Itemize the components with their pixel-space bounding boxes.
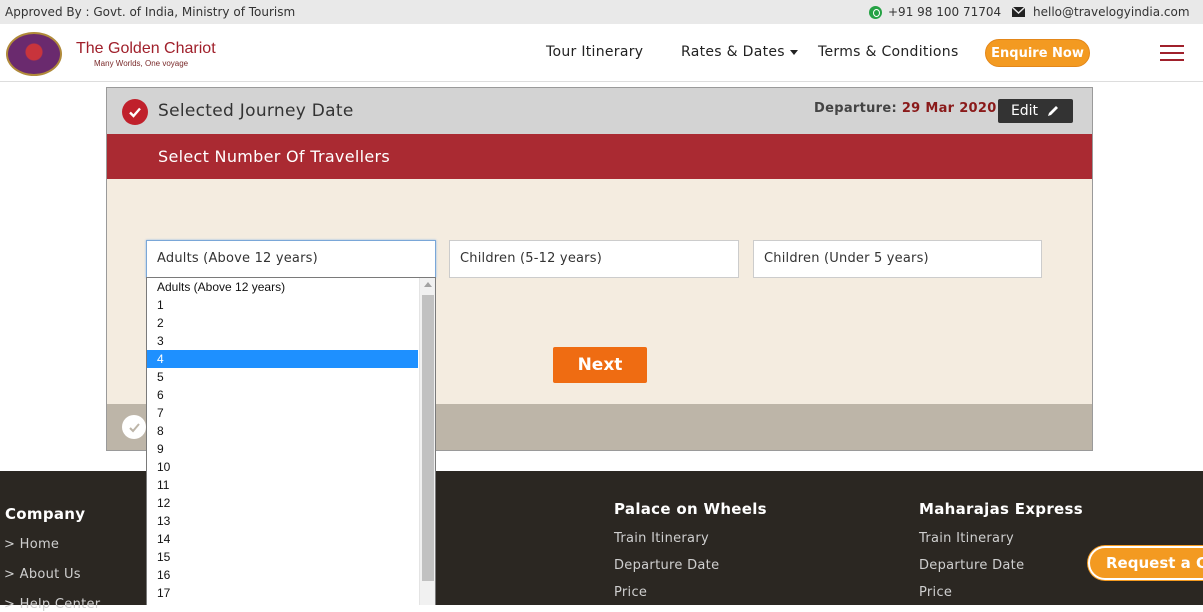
footer-palace-itinerary[interactable]: Train Itinerary bbox=[614, 531, 709, 546]
completed-check-icon bbox=[122, 99, 148, 125]
nav-tour-itinerary[interactable]: Tour Itinerary bbox=[546, 44, 643, 60]
scroll-up-arrow-icon[interactable] bbox=[424, 282, 432, 287]
dropdown-option[interactable]: 12 bbox=[147, 494, 418, 512]
footer-maharajas-price[interactable]: Price bbox=[919, 585, 952, 600]
footer-maharajas-heading: Maharajas Express bbox=[919, 500, 1083, 518]
dropdown-option[interactable]: 6 bbox=[147, 386, 418, 404]
request-quote-button[interactable]: Request a Quote bbox=[1088, 546, 1203, 580]
adults-select[interactable]: Adults (Above 12 years) bbox=[146, 240, 436, 278]
next-button[interactable]: Next bbox=[553, 347, 647, 383]
dropdown-option[interactable]: 9 bbox=[147, 440, 418, 458]
step-journey-date: Selected Journey Date Departure: 29 Mar … bbox=[107, 88, 1092, 134]
site-header: The Golden Chariot Many Worlds, One voya… bbox=[0, 24, 1203, 82]
step-journey-date-title: Selected Journey Date bbox=[158, 101, 354, 121]
dropdown-option[interactable]: 10 bbox=[147, 458, 418, 476]
enquire-now-button[interactable]: Enquire Now bbox=[985, 39, 1090, 67]
dropdown-option[interactable]: 11 bbox=[147, 476, 418, 494]
dropdown-option[interactable]: 7 bbox=[147, 404, 418, 422]
dropdown-option[interactable]: 4 bbox=[147, 350, 418, 368]
dropdown-option[interactable]: 5 bbox=[147, 368, 418, 386]
footer-maharajas-itinerary[interactable]: Train Itinerary bbox=[919, 531, 1014, 546]
edit-label: Edit bbox=[1010, 103, 1039, 119]
footer-company-heading: Company bbox=[5, 505, 86, 523]
departure-info: Departure: 29 Mar 2020 bbox=[814, 101, 997, 116]
nav-rates-dates-label: Rates & Dates bbox=[681, 44, 785, 60]
pencil-icon bbox=[1048, 106, 1059, 116]
email-address[interactable]: hello@travelogyindia.com bbox=[1033, 5, 1190, 19]
dropdown-option[interactable]: 13 bbox=[147, 512, 418, 530]
brand-name[interactable]: The Golden Chariot bbox=[76, 40, 216, 58]
pending-check-icon bbox=[122, 415, 146, 439]
phone-contact[interactable]: +91 98 100 71704 bbox=[869, 5, 1001, 19]
whatsapp-icon bbox=[869, 5, 882, 19]
email-contact[interactable]: hello@travelogyindia.com bbox=[1012, 5, 1190, 19]
footer-link-home[interactable]: > Home bbox=[4, 537, 59, 552]
scrollbar-thumb[interactable] bbox=[422, 295, 434, 581]
footer-palace-departure[interactable]: Departure Date bbox=[614, 558, 719, 573]
mail-icon bbox=[1012, 7, 1025, 17]
dropdown-scrollbar[interactable] bbox=[419, 278, 435, 605]
dropdown-option[interactable]: 2 bbox=[147, 314, 418, 332]
dropdown-option[interactable]: 15 bbox=[147, 548, 418, 566]
children-under-5-select[interactable]: Children (Under 5 years) bbox=[753, 240, 1042, 278]
top-info-bar: Approved By : Govt. of India, Ministry o… bbox=[0, 0, 1203, 24]
footer-palace-heading: Palace on Wheels bbox=[614, 500, 767, 518]
dropdown-option[interactable]: 1 bbox=[147, 296, 418, 314]
hamburger-menu-icon[interactable] bbox=[1160, 45, 1184, 61]
step-travellers-header: Select Number Of Travellers bbox=[107, 134, 1092, 179]
footer-palace-price[interactable]: Price bbox=[614, 585, 647, 600]
nav-rates-dates[interactable]: Rates & Dates bbox=[681, 44, 798, 60]
footer-maharajas-departure[interactable]: Departure Date bbox=[919, 558, 1024, 573]
dropdown-option[interactable]: 3 bbox=[147, 332, 418, 350]
dropdown-option[interactable]: 8 bbox=[147, 422, 418, 440]
departure-date: 29 Mar 2020 bbox=[901, 101, 997, 116]
phone-number[interactable]: +91 98 100 71704 bbox=[888, 5, 1001, 19]
footer-link-about[interactable]: > About Us bbox=[4, 567, 81, 582]
dropdown-option[interactable]: 17 bbox=[147, 584, 418, 602]
nav-terms-conditions[interactable]: Terms & Conditions bbox=[818, 44, 959, 60]
dropdown-option[interactable]: 14 bbox=[147, 530, 418, 548]
approval-text: Approved By : Govt. of India, Ministry o… bbox=[5, 5, 296, 19]
golden-chariot-logo-icon[interactable] bbox=[6, 32, 62, 76]
step-travellers-title: Select Number Of Travellers bbox=[158, 147, 390, 166]
adults-dropdown-list[interactable]: Adults (Above 12 years) 1 2 3 4 5 6 7 8 9 10 11 12 13… bbox=[146, 277, 436, 605]
children-5-12-select[interactable]: Children (5-12 years) bbox=[449, 240, 739, 278]
chevron-down-icon bbox=[789, 49, 798, 55]
departure-label: Departure: bbox=[814, 101, 897, 116]
brand-tagline: Many Worlds, One voyage bbox=[94, 59, 189, 68]
dropdown-option[interactable]: Adults (Above 12 years) bbox=[147, 278, 418, 296]
edit-date-button[interactable]: Edit bbox=[998, 99, 1073, 123]
dropdown-option[interactable]: 16 bbox=[147, 566, 418, 584]
